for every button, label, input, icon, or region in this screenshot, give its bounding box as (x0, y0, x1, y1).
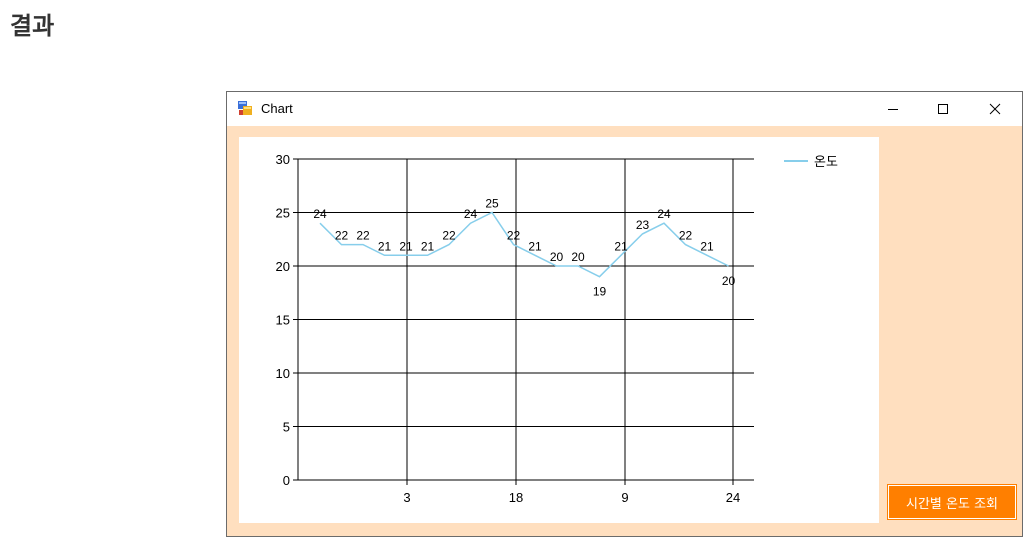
data-label: 24 (313, 207, 327, 221)
data-label: 20 (722, 274, 736, 288)
maximize-button[interactable] (918, 92, 968, 126)
data-label: 21 (700, 239, 714, 253)
x-tick-label: 18 (509, 490, 523, 505)
close-icon (989, 103, 1001, 115)
form-client-area: 0 5 10 15 20 25 30 3 18 9 24 24 22 22 21 21 21 22 24 25 22 21… (227, 126, 1022, 536)
page-heading: 결과 (10, 12, 55, 40)
minimize-button[interactable] (868, 92, 918, 126)
data-label: 24 (464, 207, 478, 221)
legend-line-marker (784, 159, 808, 162)
temperature-chart: 0 5 10 15 20 25 30 3 18 9 24 24 22 22 21 21 21 22 24 25 22 21… (276, 152, 754, 505)
y-tick-label: 10 (276, 366, 290, 381)
data-label: 22 (507, 229, 521, 243)
window-title: Chart (261, 101, 293, 116)
chart-window: Chart 0 5 10 15 20 25 30 3 18 9 24 24 22 22 21 21 21 22 24… (226, 91, 1023, 537)
y-tick-label: 5 (283, 420, 290, 435)
data-label: 21 (528, 239, 542, 253)
y-tick-label: 20 (276, 259, 290, 274)
data-label: 24 (657, 207, 671, 221)
data-label: 21 (378, 239, 392, 253)
maximize-icon (938, 104, 948, 114)
data-label: 20 (571, 250, 585, 264)
data-label: 22 (679, 229, 693, 243)
y-tick-label: 30 (276, 152, 290, 167)
chart-panel: 0 5 10 15 20 25 30 3 18 9 24 24 22 22 21 21 21 22 24 25 22 21… (239, 137, 879, 523)
x-tick-label: 24 (726, 490, 740, 505)
data-label: 19 (593, 285, 607, 299)
y-tick-label: 0 (283, 473, 290, 488)
title-bar[interactable]: Chart (227, 92, 1022, 126)
data-label: 21 (399, 239, 413, 253)
close-button[interactable] (970, 92, 1020, 126)
data-label: 20 (550, 250, 564, 264)
data-label: 23 (636, 218, 650, 232)
x-tick-label: 9 (621, 490, 628, 505)
y-tick-label: 25 (276, 206, 290, 221)
data-label: 21 (421, 239, 435, 253)
x-tick-label: 3 (403, 490, 410, 505)
hourly-temperature-query-button[interactable]: 시간별 온도 조회 (887, 484, 1017, 520)
data-label: 22 (356, 229, 370, 243)
app-icon (238, 101, 252, 115)
data-label: 22 (335, 229, 349, 243)
data-label: 22 (442, 229, 456, 243)
chart-legend: 온도 (784, 151, 838, 170)
minimize-icon (888, 109, 898, 110)
y-tick-label: 15 (276, 313, 290, 328)
legend-label: 온도 (814, 155, 838, 170)
data-label: 21 (614, 239, 628, 253)
data-label: 25 (485, 197, 499, 211)
